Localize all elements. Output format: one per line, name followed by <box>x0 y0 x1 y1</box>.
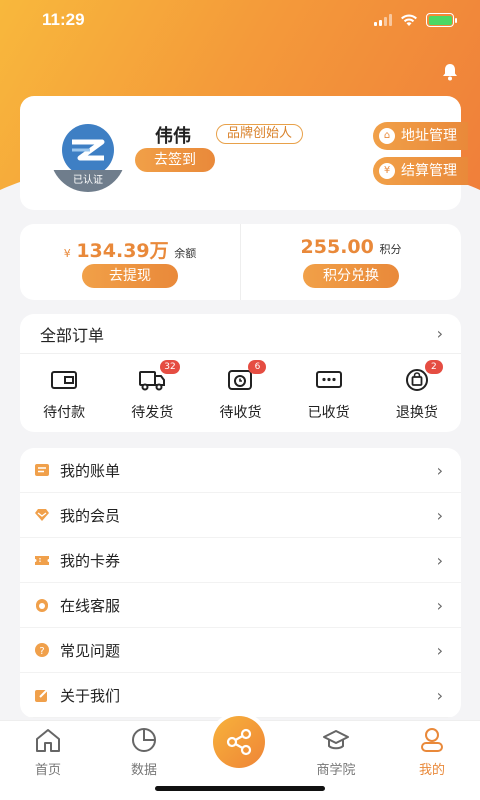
menu-item-coupons[interactable]: 我的卡券 › <box>20 538 461 583</box>
notification-bell-icon[interactable] <box>440 62 460 82</box>
status-bar: 11:29 <box>0 0 480 40</box>
share-button[interactable] <box>213 716 265 768</box>
menu-item-label: 我的会员 <box>60 506 121 525</box>
menu-item-label: 在线客服 <box>60 596 121 615</box>
all-orders-link[interactable]: 全部订单 › <box>20 314 461 354</box>
points-unit: 积分 <box>379 243 402 256</box>
order-status-label: 已收货 <box>307 405 350 421</box>
wifi-icon <box>401 14 417 26</box>
points-exchange-button[interactable]: 积分兑换 <box>303 264 399 288</box>
wallet-card: ¥ 134.39万 余额 去提现 255.00 积分 积分兑换 <box>20 224 461 300</box>
order-status-label: 退换货 <box>395 405 438 421</box>
balance-unit: 余额 <box>174 247 197 260</box>
user-icon <box>421 728 443 752</box>
order-status-pending-receipt[interactable]: 6 待收货 <box>200 360 280 422</box>
share-icon <box>226 728 252 756</box>
points-amount: 255.00 <box>300 236 374 258</box>
order-status-pending-payment[interactable]: 待付款 <box>24 368 104 422</box>
order-status-label: 待收货 <box>219 405 262 421</box>
diamond-icon <box>35 509 49 521</box>
yen-icon: ¥ <box>379 163 395 179</box>
chevron-right-icon: › <box>436 460 443 480</box>
tab-label: 商学院 <box>316 763 356 778</box>
order-status-received[interactable]: 已收货 <box>289 368 369 422</box>
bill-icon <box>35 464 49 476</box>
menu-item-faq[interactable]: ? 常见问题 › <box>20 628 461 673</box>
battery-icon <box>426 13 457 27</box>
menu-item-label: 关于我们 <box>60 686 121 705</box>
menu-item-label: 我的账单 <box>60 461 121 480</box>
order-status-pending-shipment[interactable]: 32 待发货 <box>112 360 192 422</box>
orders-card: 全部订单 › 待付款 32 待发货 6 待收货 已收货 2 退换货 <box>20 314 461 432</box>
order-status-label: 待发货 <box>131 405 174 421</box>
chat-dots-icon <box>315 371 342 388</box>
home-icon <box>36 729 60 752</box>
tab-label: 首页 <box>34 763 61 778</box>
status-time: 11:29 <box>42 10 85 29</box>
settlement-management-label: 结算管理 <box>401 163 457 179</box>
headset-icon <box>36 599 48 612</box>
chevron-right-icon: › <box>436 550 443 570</box>
pie-chart-icon <box>132 728 156 752</box>
edit-icon <box>35 688 49 702</box>
settlement-management-button[interactable]: ¥ 结算管理 <box>373 157 468 185</box>
chevron-right-icon: › <box>436 685 443 705</box>
points-section: 255.00 积分 积分兑换 <box>240 224 461 300</box>
order-count-badge: 2 <box>424 360 443 374</box>
chevron-right-icon: › <box>436 505 443 525</box>
order-status-returns[interactable]: 2 退换货 <box>377 360 457 422</box>
svg-text:?: ? <box>39 646 44 657</box>
verified-badge: 已认证 <box>50 170 126 192</box>
signal-icon <box>374 14 392 26</box>
menu-item-bills[interactable]: 我的账单 › <box>20 448 461 493</box>
order-status-label: 待付款 <box>43 405 86 421</box>
chevron-right-icon: › <box>436 595 443 615</box>
tab-label: 我的 <box>418 763 445 778</box>
menu-item-about[interactable]: 关于我们 › <box>20 673 461 718</box>
profile-card: 已认证 伟伟 品牌创始人 去签到 ⌂ 地址管理 ¥ 结算管理 <box>20 96 468 210</box>
orders-title: 全部订单 <box>40 325 105 345</box>
avatar[interactable]: 已认证 <box>50 116 126 192</box>
balance-amount: 134.39万 <box>76 240 169 262</box>
withdraw-button[interactable]: 去提现 <box>82 264 178 288</box>
menu-item-label: 我的卡券 <box>60 551 121 570</box>
user-name: 伟伟 <box>155 126 191 147</box>
wallet-icon <box>51 371 78 389</box>
address-management-button[interactable]: ⌂ 地址管理 <box>373 122 468 150</box>
chevron-right-icon: › <box>436 324 443 343</box>
menu-item-label: 常见问题 <box>60 641 121 660</box>
menu-item-membership[interactable]: 我的会员 › <box>20 493 461 538</box>
order-status-row: 待付款 32 待发货 6 待收货 已收货 2 退换货 <box>20 354 461 422</box>
coupon-icon <box>35 556 49 565</box>
balance-section: ¥ 134.39万 余额 去提现 <box>20 224 240 300</box>
order-count-badge: 32 <box>160 360 180 374</box>
menu-item-customer-service[interactable]: 在线客服 › <box>20 583 461 628</box>
balance-value: ¥ 134.39万 余额 <box>20 236 240 263</box>
order-count-badge: 6 <box>248 360 267 374</box>
tab-academy[interactable]: 商学院 <box>306 727 366 778</box>
menu-list: 我的账单 › 我的会员 › 我的卡券 › 在线客服 › ? 常见问题 › 关于我… <box>20 448 461 718</box>
chevron-right-icon: › <box>436 640 443 660</box>
graduation-cap-icon <box>323 730 349 750</box>
points-value: 255.00 积分 <box>241 236 461 258</box>
address-management-label: 地址管理 <box>401 128 457 144</box>
question-icon: ? <box>35 643 49 657</box>
currency-symbol: ¥ <box>63 247 71 260</box>
tab-label: 数据 <box>130 763 157 778</box>
tab-home[interactable]: 首页 <box>18 727 78 778</box>
user-role-tag: 品牌创始人 <box>216 124 304 144</box>
checkin-button[interactable]: 去签到 <box>135 148 215 172</box>
location-icon: ⌂ <box>379 128 395 144</box>
tab-mine[interactable]: 我的 <box>402 727 462 778</box>
status-icons <box>374 13 457 27</box>
tab-data[interactable]: 数据 <box>114 727 174 778</box>
home-indicator <box>155 786 325 791</box>
